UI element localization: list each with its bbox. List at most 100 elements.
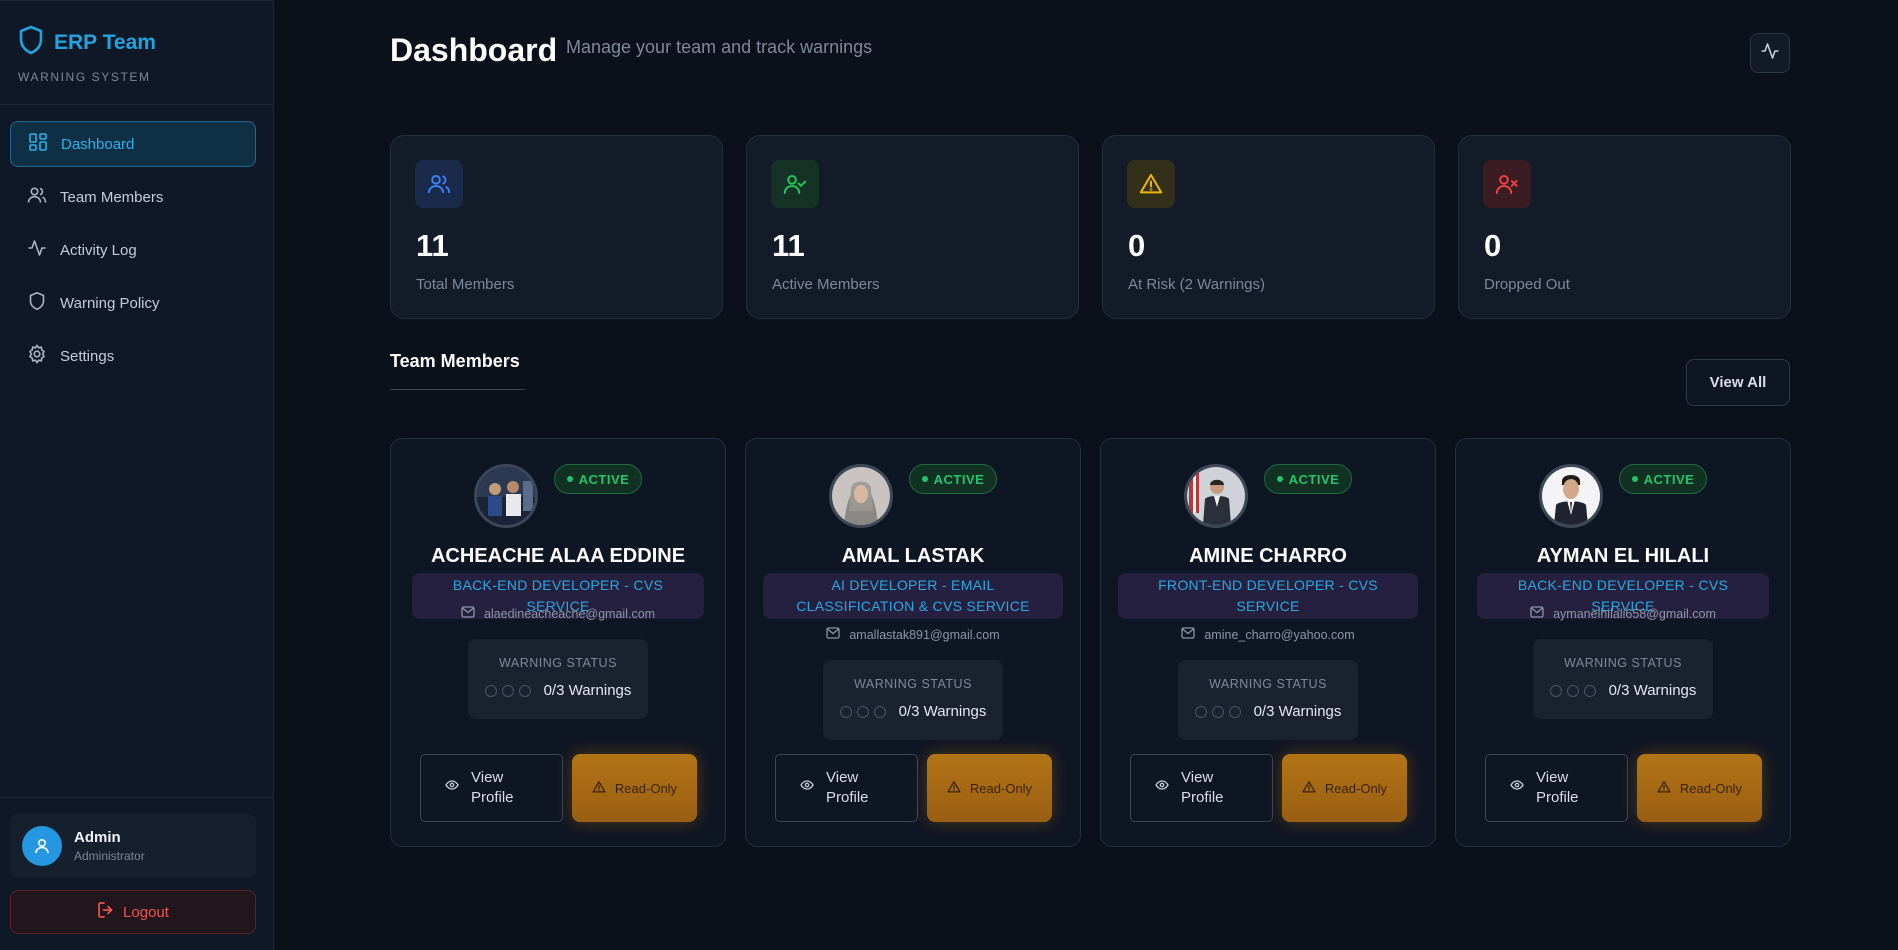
warning-triangle-icon [592,780,606,797]
avatar [829,464,893,528]
avatar [474,464,538,528]
logout-button[interactable]: Logout [10,890,256,934]
member-card: ACTIVE AYMAN EL HILALI BACK-END DEVELOPE… [1455,438,1791,847]
avatar [1539,464,1603,528]
warning-triangle-icon [947,780,961,797]
warning-indicator [873,705,886,718]
divider [0,104,273,105]
logout-icon [97,901,115,923]
warning-count: 0/3 Warnings [543,682,632,699]
member-role: AI DEVELOPER - EMAIL CLASSIFICATION & CV… [763,573,1063,619]
warning-triangle-icon [1127,160,1175,208]
sidebar-item-activity-log[interactable]: Activity Log [10,227,256,273]
activity-button[interactable] [1750,33,1790,73]
page-subtitle: Manage your team and track warnings [566,37,873,57]
page-title: Dashboard [390,32,558,68]
mail-icon [826,627,841,642]
view-all-button[interactable]: View All [1686,359,1790,406]
activity-icon [1760,41,1780,66]
warning-count: 0/3 Warnings [1608,682,1697,699]
brand-title: ERP Team [54,30,156,54]
warning-status-label: WARNING STATUS [499,656,617,670]
warning-status-label: WARNING STATUS [1209,677,1327,691]
read-only-button[interactable]: Read-Only [927,754,1052,822]
avatar [22,826,62,866]
stat-card-total-members: 11 Total Members [390,135,723,319]
sidebar-item-warning-policy[interactable]: Warning Policy [10,280,256,326]
sidebar-item-label: Warning Policy [60,294,160,312]
warning-triangle-icon [1302,780,1316,797]
view-profile-button[interactable]: View Profile [775,754,918,822]
stat-label: Active Members [772,276,880,293]
sidebar-item-label: Dashboard [61,135,135,153]
warning-count: 0/3 Warnings [898,703,987,720]
warning-status-box: WARNING STATUS 0/3 Warnings [1178,660,1358,740]
member-name: AYMAN EL HILALI [1536,545,1710,567]
member-email: amallastak891@gmail.com [746,627,1080,642]
sidebar-item-dashboard[interactable]: Dashboard [10,121,256,167]
member-email: aymanelhilali658@gmail.com [1456,606,1790,621]
sidebar-item-team-members[interactable]: Team Members [10,174,256,220]
sidebar-item-settings[interactable]: Settings [10,333,256,379]
view-profile-button[interactable]: View Profile [1485,754,1628,822]
status-badge: ACTIVE [1264,464,1352,494]
section-underline [390,389,525,390]
member-email: amine_charro@yahoo.com [1101,627,1435,642]
read-only-button[interactable]: Read-Only [572,754,697,822]
read-only-button[interactable]: Read-Only [1637,754,1762,822]
warning-status-box: WARNING STATUS 0/3 Warnings [1533,639,1713,719]
warning-status-label: WARNING STATUS [1564,656,1682,670]
sidebar-nav: Dashboard Team Members Activity Log Warn… [10,121,256,386]
stat-label: Total Members [416,276,515,293]
warning-indicator [518,684,531,697]
view-profile-button[interactable]: View Profile [420,754,563,822]
warning-indicator [1549,684,1562,697]
member-card: ACTIVE ACHEACHE ALAA EDDINE BACK-END DEV… [390,438,726,847]
member-email: alaedineacheache@gmail.com [391,606,725,621]
shield-icon [27,291,47,315]
section-title: Team Members [390,351,520,371]
gear-icon [27,344,47,368]
warning-indicator [1583,684,1596,697]
stat-card-at-risk: 0 At Risk (2 Warnings) [1102,135,1435,319]
logout-label: Logout [123,903,169,921]
sidebar: ERP Team WARNING SYSTEM Dashboard Team M… [0,0,274,950]
sidebar-item-label: Team Members [60,188,164,206]
member-name: ACHEACHE ALAA EDDINE [430,545,686,567]
avatar [1184,464,1248,528]
eye-icon [800,778,814,798]
warning-indicator [1194,705,1207,718]
users-icon [415,160,463,208]
stat-value: 0 [1484,228,1502,263]
stat-label: At Risk (2 Warnings) [1128,276,1265,293]
warning-indicator [501,684,514,697]
warning-triangle-icon [1657,780,1671,797]
activity-icon [27,238,47,262]
warning-indicator [1228,705,1241,718]
eye-icon [1510,778,1524,798]
status-badge: ACTIVE [1619,464,1707,494]
mail-icon [1530,606,1544,621]
warning-count: 0/3 Warnings [1253,703,1342,720]
member-name: AMAL LASTAK [841,545,985,567]
warning-status-label: WARNING STATUS [854,677,972,691]
eye-icon [1155,778,1169,798]
brand: ERP Team WARNING SYSTEM [18,25,156,84]
status-badge: ACTIVE [909,464,997,494]
user-x-icon [1483,160,1531,208]
view-profile-button[interactable]: View Profile [1130,754,1273,822]
mail-icon [1181,627,1196,642]
stat-card-dropped-out: 0 Dropped Out [1458,135,1791,319]
warning-indicator [1566,684,1579,697]
divider [0,797,273,798]
read-only-button[interactable]: Read-Only [1282,754,1407,822]
shield-logo-icon [18,25,44,60]
stat-card-active-members: 11 Active Members [746,135,1079,319]
brand-subtitle: WARNING SYSTEM [18,70,151,84]
stat-value: 0 [1128,228,1146,263]
member-card: ACTIVE AMINE CHARRO FRONT-END DEVELOPER … [1100,438,1436,847]
member-role: FRONT-END DEVELOPER - CVS SERVICE [1118,573,1418,619]
dashboard-icon [28,132,48,156]
user-name: Admin [74,829,121,846]
warning-status-box: WARNING STATUS 0/3 Warnings [468,639,648,719]
